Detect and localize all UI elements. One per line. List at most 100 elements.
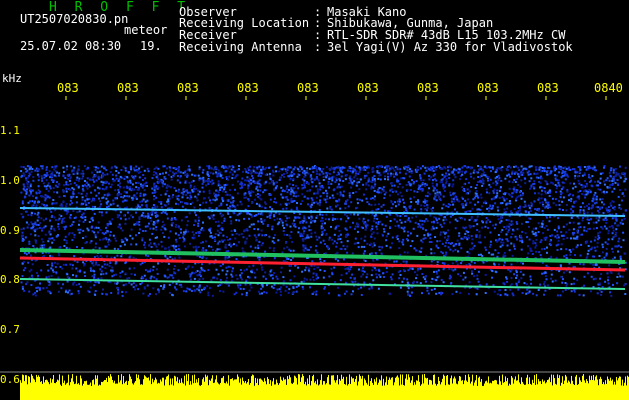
noise-dot — [594, 263, 597, 266]
noise-dot — [587, 228, 590, 230]
noise-dot — [222, 200, 224, 203]
noise-dot — [576, 235, 579, 238]
noise-dot — [76, 246, 78, 248]
noise-dot — [527, 173, 530, 176]
noise-dot — [128, 267, 131, 270]
noise-dot — [61, 267, 64, 270]
noise-dot — [321, 219, 324, 222]
noise-dot — [583, 229, 586, 232]
noise-dot — [474, 203, 477, 206]
noise-dot — [130, 196, 133, 199]
noise-dot — [167, 236, 170, 239]
noise-dot — [64, 290, 67, 293]
noise-dot — [348, 270, 350, 273]
noise-dot — [297, 168, 300, 171]
noise-dot — [582, 217, 584, 219]
noise-dot — [202, 176, 205, 179]
noise-dot — [215, 198, 218, 201]
noise-dot — [196, 288, 199, 291]
noise-dot — [256, 193, 259, 195]
noise-dot — [533, 180, 536, 183]
noise-dot — [142, 198, 145, 201]
noise-dot — [612, 175, 615, 178]
noise-dot — [156, 205, 159, 208]
noise-dot — [174, 272, 177, 275]
noise-dot — [124, 199, 127, 202]
noise-dot — [325, 213, 328, 216]
noise-dot — [92, 264, 95, 267]
noise-dot — [176, 179, 179, 182]
noise-dot — [588, 180, 591, 183]
noise-dot — [186, 174, 189, 177]
noise-dot — [534, 192, 536, 195]
noise-dot — [145, 181, 148, 184]
noise-dot — [120, 196, 123, 198]
noise-dot — [494, 177, 497, 180]
noise-dot — [153, 195, 156, 198]
noise-dot — [390, 172, 393, 175]
noise-dot — [406, 278, 409, 281]
noise-dot — [150, 211, 153, 214]
noise-dot — [130, 283, 133, 286]
noise-dot — [382, 171, 385, 174]
noise-dot — [25, 177, 28, 180]
noise-dot — [184, 202, 186, 205]
noise-dot — [97, 177, 100, 180]
noise-dot — [192, 179, 195, 182]
noise-dot — [121, 229, 124, 232]
noise-dot — [383, 276, 385, 278]
noise-dot — [193, 236, 196, 239]
noise-dot — [424, 278, 427, 280]
noise-dot — [480, 196, 483, 199]
noise-dot — [366, 242, 369, 245]
noise-dot — [467, 237, 470, 239]
noise-dot — [331, 214, 334, 217]
noise-dot — [58, 213, 61, 216]
noise-dot — [214, 239, 216, 242]
noise-dot — [149, 277, 152, 280]
noise-dot — [349, 276, 352, 279]
noise-dot — [429, 233, 432, 236]
noise-dot — [315, 274, 318, 277]
noise-dot — [260, 244, 263, 247]
noise-dot — [599, 206, 602, 209]
noise-dot — [580, 184, 583, 186]
noise-dot — [257, 195, 260, 198]
noise-dot — [562, 278, 564, 281]
noise-dot — [581, 219, 584, 222]
noise-dot — [21, 262, 24, 265]
noise-dot — [559, 167, 562, 170]
noise-dot — [561, 181, 564, 184]
noise-dot — [208, 229, 211, 232]
noise-dot — [356, 213, 359, 216]
noise-dot — [26, 169, 29, 172]
noise-dot — [364, 228, 367, 231]
noise-dot — [505, 203, 508, 206]
noise-dot — [342, 190, 345, 193]
noise-dot — [586, 204, 588, 207]
noise-dot — [584, 180, 587, 182]
noise-dot — [588, 176, 590, 179]
noise-dot — [526, 171, 529, 174]
noise-dot — [583, 205, 586, 208]
noise-dot — [21, 285, 24, 288]
noise-dot — [329, 205, 332, 208]
noise-dot — [144, 246, 147, 249]
noise-dot — [135, 181, 137, 184]
noise-dot — [488, 210, 491, 213]
noise-dot — [350, 201, 353, 204]
noise-dot — [168, 166, 171, 169]
noise-dot — [114, 165, 117, 168]
noise-dot — [123, 214, 126, 217]
noise-dot — [111, 266, 114, 269]
noise-dot — [592, 195, 595, 198]
noise-dot — [289, 225, 292, 228]
noise-dot — [328, 173, 331, 175]
noise-dot — [538, 168, 541, 171]
noise-dot — [119, 182, 121, 185]
noise-dot — [163, 176, 166, 179]
noise-dot — [193, 277, 196, 280]
noise-dot — [65, 181, 68, 184]
noise-dot — [114, 282, 116, 285]
noise-dot — [44, 233, 47, 236]
